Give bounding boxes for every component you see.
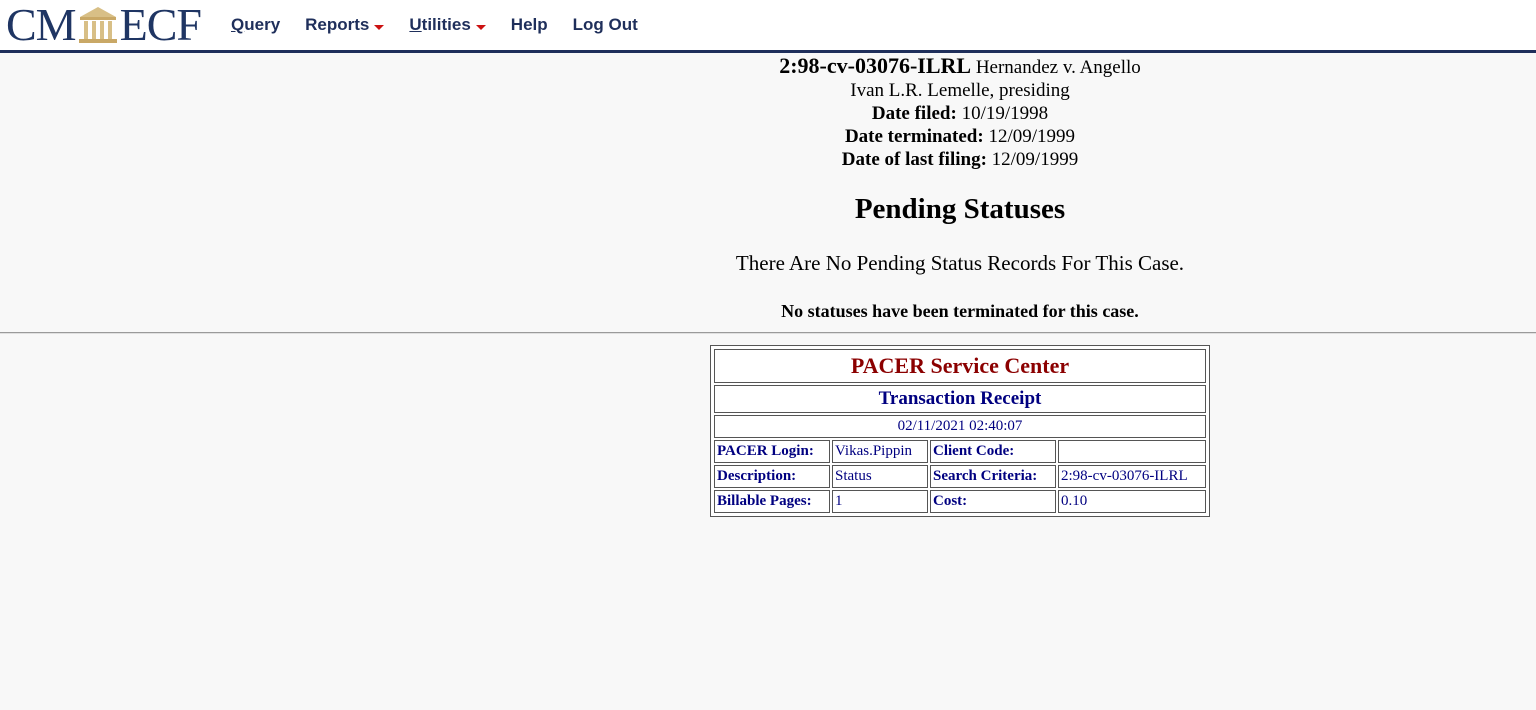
receipt-timestamp-row: 02/11/2021 02:40:07: [714, 415, 1206, 438]
menu-log-out[interactable]: Log Out: [573, 15, 638, 35]
description-value: Status: [832, 465, 928, 488]
client-code-label: Client Code:: [930, 440, 1056, 463]
billable-pages-value: 1: [832, 490, 928, 513]
date-last-filing-value: 12/09/1999: [991, 149, 1079, 170]
divider: [0, 332, 1536, 334]
receipt-subtitle: Transaction Receipt: [714, 385, 1206, 413]
main-menu: Query Reports Utilities Help Log Out: [231, 0, 663, 50]
dropdown-caret-icon: [475, 24, 486, 30]
receipt-timestamp: 02/11/2021 02:40:07: [714, 415, 1206, 438]
client-code-value: [1058, 440, 1206, 463]
no-terminated-message: No statuses have been terminated for thi…: [781, 301, 1139, 321]
top-navigation-bar: CM ECF Query Reports Utilities Help Log …: [0, 0, 1536, 53]
billable-pages-label: Billable Pages:: [714, 490, 830, 513]
courthouse-pillars-icon: [78, 7, 117, 43]
case-name: Hernandez v. Angello: [975, 57, 1141, 78]
date-terminated-value: 12/09/1999: [988, 126, 1076, 147]
table-row: PACER Login: Vikas.Pippin Client Code:: [714, 440, 1206, 463]
menu-query-accesskey: Q: [231, 15, 245, 34]
pacer-receipt: PACER Service Center Transaction Receipt…: [710, 345, 1210, 517]
logo-ecf-text: ECF: [119, 0, 202, 50]
pacer-login-value: Vikas.Pippin: [832, 440, 928, 463]
menu-log-out-label: Log Out: [572, 15, 638, 34]
date-filed-value: 10/19/1998: [961, 103, 1049, 124]
page-title: Pending Statuses: [854, 193, 1066, 225]
menu-query-label-rest: uery: [244, 15, 281, 34]
presiding-judge: Ivan L.R. Lemelle, presiding: [850, 80, 1070, 101]
menu-utilities[interactable]: Utilities: [409, 15, 486, 35]
logo-cm-text: CM: [6, 0, 77, 50]
date-filed-label: Date filed:: [871, 103, 957, 124]
case-number: 2:98-cv-03076-ILRL: [779, 53, 972, 78]
date-last-filing-line: Date of last filing: 12/09/1999: [0, 148, 1536, 171]
date-terminated-label: Date terminated:: [844, 126, 984, 147]
table-row: Description: Status Search Criteria: 2:9…: [714, 465, 1206, 488]
menu-query[interactable]: Query: [231, 15, 280, 35]
menu-utilities-label-rest: tilities: [421, 15, 471, 34]
date-terminated-line: Date terminated: 12/09/1999: [0, 125, 1536, 148]
case-header: 2:98-cv-03076-ILRL Hernandez v. Angello …: [0, 54, 1536, 171]
table-row: Billable Pages: 1 Cost: 0.10: [714, 490, 1206, 513]
cost-label: Cost:: [930, 490, 1056, 513]
date-filed-line: Date filed: 10/19/1998: [0, 102, 1536, 125]
date-last-filing-label: Date of last filing:: [841, 149, 987, 170]
receipt-subtitle-row: Transaction Receipt: [714, 385, 1206, 413]
receipt-title-row: PACER Service Center: [714, 349, 1206, 383]
menu-reports[interactable]: Reports: [305, 15, 385, 35]
menu-help[interactable]: Help: [511, 15, 548, 35]
menu-reports-label: Reports: [305, 15, 370, 34]
case-title-line: 2:98-cv-03076-ILRL Hernandez v. Angello: [0, 54, 1536, 79]
cmecf-logo[interactable]: CM ECF: [6, 0, 202, 50]
search-criteria-label: Search Criteria:: [930, 465, 1056, 488]
menu-help-label: Help: [510, 15, 548, 34]
cost-value: 0.10: [1058, 490, 1206, 513]
receipt-table: PACER Service Center Transaction Receipt…: [712, 347, 1208, 515]
description-label: Description:: [714, 465, 830, 488]
pacer-login-label: PACER Login:: [714, 440, 830, 463]
dropdown-caret-icon: [374, 24, 385, 30]
menu-utilities-accesskey: U: [409, 15, 422, 34]
no-pending-message: There Are No Pending Status Records For …: [735, 251, 1185, 275]
receipt-title: PACER Service Center: [714, 349, 1206, 383]
search-criteria-value: 2:98-cv-03076-ILRL: [1058, 465, 1206, 488]
